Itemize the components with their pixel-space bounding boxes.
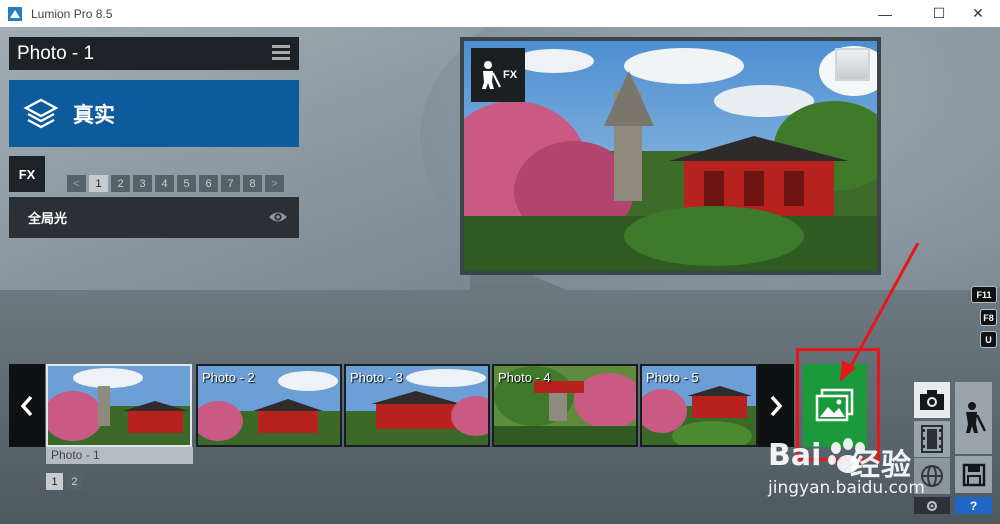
- photo-title: Photo - 1: [17, 42, 95, 64]
- minimize-button[interactable]: —: [862, 0, 908, 27]
- gardener-icon: [481, 61, 501, 89]
- pager-page-3[interactable]: 3: [133, 175, 152, 192]
- strip-prev-button[interactable]: [9, 364, 45, 447]
- pager-page-7[interactable]: 7: [221, 175, 240, 192]
- strip-page-2[interactable]: 2: [66, 473, 83, 490]
- photo-thumbnail-5[interactable]: Photo - 5: [640, 364, 758, 447]
- strip-next-button[interactable]: [758, 364, 794, 447]
- pager-page-1[interactable]: 1: [89, 175, 108, 192]
- effect-global-illumination[interactable]: 全局光: [9, 197, 299, 238]
- effects-pager: < 1 2 3 4 5 6 7 8 >: [67, 175, 284, 193]
- pager-page-8[interactable]: 8: [243, 175, 262, 192]
- preview-fx-label: FX: [502, 69, 518, 81]
- photo-title-bar[interactable]: Photo - 1: [9, 37, 299, 70]
- strip-pager: 1 2: [46, 473, 83, 490]
- pager-page-2[interactable]: 2: [111, 175, 130, 192]
- layers-icon: [23, 98, 59, 128]
- pager-next[interactable]: >: [265, 175, 284, 192]
- style-label: 真实: [73, 102, 115, 127]
- preview-image: [439, 41, 894, 271]
- lumion-logo-icon: [8, 6, 22, 21]
- thumbnail-label: Photo - 2: [202, 370, 255, 385]
- photo-thumbnail-3[interactable]: Photo - 3: [344, 364, 490, 447]
- watermark-brand: Bai: [768, 438, 822, 473]
- effect-label: 全局光: [28, 212, 68, 227]
- pager-prev[interactable]: <: [67, 175, 86, 192]
- thumbnail-label: Photo - 5: [646, 370, 699, 385]
- watermark-url: jingyan.baidu.com: [768, 478, 925, 498]
- preview-fx-button[interactable]: FX: [471, 48, 525, 102]
- fx-button[interactable]: FX: [9, 156, 45, 192]
- thumbnail-image: [48, 366, 190, 445]
- style-button[interactable]: 真实: [9, 80, 299, 147]
- eye-icon[interactable]: [268, 208, 288, 226]
- pager-page-4[interactable]: 4: [155, 175, 174, 192]
- worker-icon: [965, 402, 986, 433]
- pager-page-6[interactable]: 6: [199, 175, 218, 192]
- hamburger-menu-icon[interactable]: [272, 45, 290, 61]
- thumbnail-label: Photo - 4: [498, 370, 551, 385]
- photo-thumbnail-1[interactable]: [46, 364, 192, 447]
- close-button[interactable]: ✕: [955, 0, 1000, 27]
- chevron-right-icon: [770, 395, 783, 416]
- shortcut-key-f11[interactable]: F11: [971, 286, 997, 303]
- preview-fullscreen-toggle[interactable]: [835, 48, 870, 81]
- annotation-arrow: [840, 242, 920, 382]
- pager-page-5[interactable]: 5: [177, 175, 196, 192]
- title-bar: Lumion Pro 8.5 — ☐ ✕: [0, 0, 1000, 27]
- window-title: Lumion Pro 8.5: [31, 6, 113, 21]
- photo-thumbnail-4[interactable]: Photo - 4: [492, 364, 638, 447]
- shortcut-key-f8[interactable]: F8: [980, 309, 997, 326]
- shortcut-key-u[interactable]: U: [980, 331, 997, 348]
- selected-photo-caption: Photo - 1: [46, 447, 193, 464]
- camera-icon: [920, 390, 944, 410]
- photo-thumbnail-2[interactable]: Photo - 2: [196, 364, 342, 447]
- strip-page-1[interactable]: 1: [46, 473, 63, 490]
- thumbnail-label: Photo - 3: [350, 370, 403, 385]
- chevron-left-icon: [20, 395, 33, 416]
- photo-mode-button[interactable]: [914, 382, 950, 418]
